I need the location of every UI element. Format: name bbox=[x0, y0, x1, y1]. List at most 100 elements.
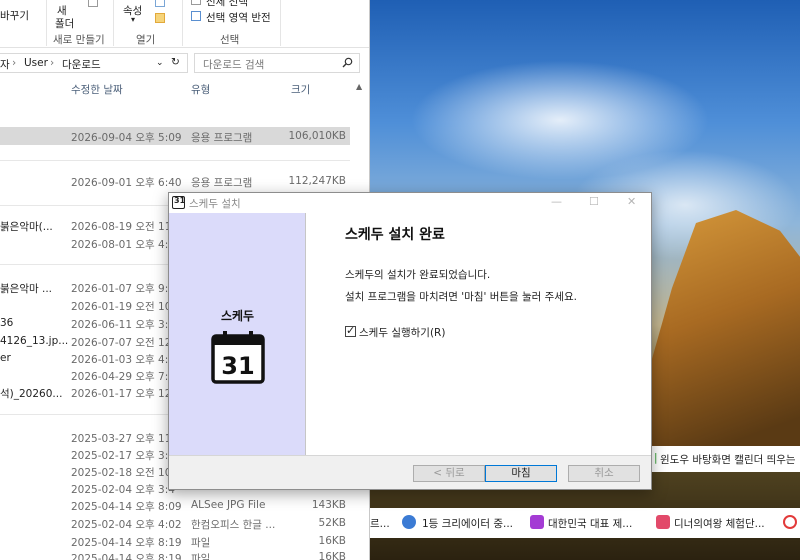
invert-selection-icon[interactable] bbox=[191, 11, 201, 21]
file-date: 2026-08-01 오후 4:2 bbox=[71, 239, 175, 251]
brand-name: 스케두 bbox=[220, 309, 255, 323]
maximize-icon[interactable]: ☐ bbox=[589, 195, 599, 208]
column-header-type[interactable]: 유형 bbox=[191, 82, 210, 97]
chevron-down-icon[interactable]: ⌄ bbox=[156, 58, 164, 68]
file-date: 2026-06-11 오후 3:1 bbox=[71, 319, 175, 331]
file-date: 2026-01-17 오후 12: bbox=[71, 388, 175, 400]
back-button[interactable]: < 뒤로 bbox=[413, 465, 485, 482]
file-size: 16KB bbox=[318, 535, 346, 547]
file-row-selected[interactable]: 2026-09-04 오후 5:09 응용 프로그램 106,010KB bbox=[0, 127, 350, 145]
scroll-up-arrow-icon[interactable]: ▲ bbox=[356, 82, 362, 91]
file-name: 석)_20260... bbox=[0, 388, 63, 400]
completion-message: 스케두의 설치가 완료되었습니다. bbox=[345, 269, 491, 281]
chevron-right-icon: › bbox=[50, 57, 55, 69]
cancel-button[interactable]: 취소 bbox=[568, 465, 640, 482]
chevron-down-icon[interactable]: ▾ bbox=[131, 15, 135, 24]
group-new-label: 새로 만들기 bbox=[53, 34, 105, 46]
notice-text: 윈도우 바탕화면 캘린더 띄우는 bbox=[660, 454, 796, 466]
file-name: 36 bbox=[0, 317, 14, 329]
select-all-icon[interactable] bbox=[191, 0, 201, 5]
completion-heading: 스케두 설치 완료 bbox=[345, 227, 445, 243]
rename-button[interactable]: 바꾸기 bbox=[0, 8, 29, 23]
file-name: 붉은악마 ... bbox=[0, 283, 52, 295]
file-row[interactable]: 2025-04-14 오후 8:09 ALSee JPG File 143KB bbox=[0, 496, 350, 514]
refresh-icon[interactable]: ↻ bbox=[171, 56, 180, 68]
file-size: 143KB bbox=[311, 499, 346, 511]
address-bar[interactable]: 자 › User › 다운로드 ⌄ ↻ bbox=[0, 53, 188, 73]
new-item-icon[interactable] bbox=[88, 0, 98, 7]
ribbon-divider bbox=[46, 0, 47, 46]
file-type: 파일 bbox=[191, 553, 211, 560]
group-open-label: 열기 bbox=[136, 34, 156, 46]
file-row[interactable]: 2025-04-14 오후 8:19 파일 16KB bbox=[0, 548, 350, 560]
notice-marker-icon: | bbox=[654, 452, 658, 464]
taskbar-item[interactable]: 1등 크리에이터 중... bbox=[422, 516, 513, 531]
pinterest-icon bbox=[783, 515, 797, 529]
invert-selection-button[interactable]: 선택 영역 반전 bbox=[206, 10, 271, 25]
minimize-icon[interactable]: — bbox=[551, 195, 562, 208]
file-size: 52KB bbox=[318, 517, 346, 529]
finish-instruction: 설치 프로그램을 마치려면 '마침' 버튼을 눌러 주세요. bbox=[345, 291, 577, 303]
close-icon[interactable]: ✕ bbox=[627, 195, 636, 208]
search-box[interactable]: 다운로드 검색 bbox=[194, 53, 360, 73]
file-date: 2025-02-04 오후 3:4 bbox=[71, 484, 175, 496]
site-logo-icon bbox=[530, 515, 544, 529]
search-icon[interactable] bbox=[342, 57, 353, 71]
history-icon[interactable] bbox=[155, 13, 165, 23]
ribbon-divider bbox=[182, 0, 183, 46]
dialog-titlebar[interactable]: 31 스케두 설치 — ☐ ✕ bbox=[169, 193, 651, 213]
file-date: 2026-01-07 오후 9:5 bbox=[71, 283, 175, 295]
breadcrumb-item[interactable]: User bbox=[24, 57, 48, 69]
new-folder-button-label[interactable]: 폴더 bbox=[55, 16, 74, 31]
taskbar-links: 르... 1등 크리에이터 중... 대한민국 대표 제... 디너의여왕 체험… bbox=[370, 508, 800, 538]
calendar-app-icon: 31 bbox=[172, 196, 185, 209]
installer-dialog: 31 스케두 설치 — ☐ ✕ 스케두 31 스케두 설치 완료 스케두의 설치… bbox=[168, 192, 652, 490]
file-size: 112,247KB bbox=[288, 175, 346, 187]
ribbon-divider bbox=[113, 0, 114, 46]
file-date: 2026-01-03 오후 4:5 bbox=[71, 354, 175, 366]
taskbar-item[interactable]: 르... bbox=[370, 516, 390, 531]
file-date: 2026-04-29 오후 7:0 bbox=[71, 371, 175, 383]
group-select-label: 선택 bbox=[220, 34, 240, 46]
run-app-checkbox[interactable] bbox=[345, 324, 356, 337]
file-row[interactable]: 2026-09-01 오후 6:40 응용 프로그램 112,247KB bbox=[0, 172, 350, 190]
file-date: 2025-02-04 오후 4:02 bbox=[71, 519, 182, 531]
file-date: 2026-01-19 오전 10: bbox=[71, 301, 175, 313]
ribbon-divider bbox=[280, 0, 281, 46]
column-header-size[interactable]: 크기 bbox=[291, 82, 310, 97]
taskbar-item[interactable]: 대한민국 대표 제... bbox=[548, 516, 632, 531]
notification-snippet[interactable]: | 윈도우 바탕화면 캘린더 띄우는 bbox=[652, 446, 800, 472]
file-date: 2025-04-14 오후 8:19 bbox=[71, 553, 182, 560]
select-all-button[interactable]: 전체 선택 bbox=[206, 0, 248, 9]
breadcrumb-item[interactable]: 자 bbox=[0, 57, 10, 72]
file-date: 2026-07-07 오전 12: bbox=[71, 337, 175, 349]
file-date: 2025-02-18 오전 10: bbox=[71, 467, 175, 479]
file-date: 2026-08-19 오전 11: bbox=[71, 221, 175, 233]
file-name: 4126_13.jp... bbox=[0, 335, 69, 347]
breadcrumb-current[interactable]: 다운로드 bbox=[62, 57, 101, 72]
search-placeholder: 다운로드 검색 bbox=[203, 59, 265, 71]
taskbar-item[interactable]: 디너의여왕 체험단... bbox=[674, 516, 765, 531]
group-divider bbox=[0, 160, 350, 161]
installer-side-panel: 스케두 31 bbox=[169, 213, 306, 455]
edit-icon[interactable] bbox=[155, 0, 165, 7]
site-logo-icon bbox=[656, 515, 670, 529]
file-row[interactable]: 2025-02-04 오후 4:02 한컴오피스 한글 ... 52KB bbox=[0, 514, 350, 532]
dialog-title: 스케두 설치 bbox=[189, 198, 241, 210]
chevron-right-icon: › bbox=[12, 57, 17, 69]
finish-button[interactable]: 마침 bbox=[485, 465, 557, 482]
file-type: ALSee JPG File bbox=[191, 499, 266, 511]
column-header-modified[interactable]: 수정한 날짜 bbox=[71, 82, 123, 97]
file-type: 응용 프로그램 bbox=[191, 177, 253, 189]
calendar-logo-icon: 31 bbox=[211, 331, 265, 384]
address-bar-row: 자 › User › 다운로드 ⌄ ↻ 다운로드 검색 bbox=[0, 53, 362, 73]
s-logo-icon bbox=[402, 515, 416, 529]
file-type: 응용 프로그램 bbox=[191, 132, 253, 144]
ribbon: 바꾸기 새 폴더 새로 만들기 속성 ▾ 열기 전체 선택 선택 영역 반전 선… bbox=[0, 0, 369, 48]
file-size: 16KB bbox=[318, 551, 346, 560]
app-icon-number: 31 bbox=[174, 196, 186, 205]
file-date: 2026-09-04 오후 5:09 bbox=[71, 132, 182, 144]
file-size: 106,010KB bbox=[288, 130, 346, 142]
file-date: 2026-09-01 오후 6:40 bbox=[71, 177, 182, 189]
run-app-checkbox-label[interactable]: 스케두 실행하기(R) bbox=[359, 325, 445, 340]
